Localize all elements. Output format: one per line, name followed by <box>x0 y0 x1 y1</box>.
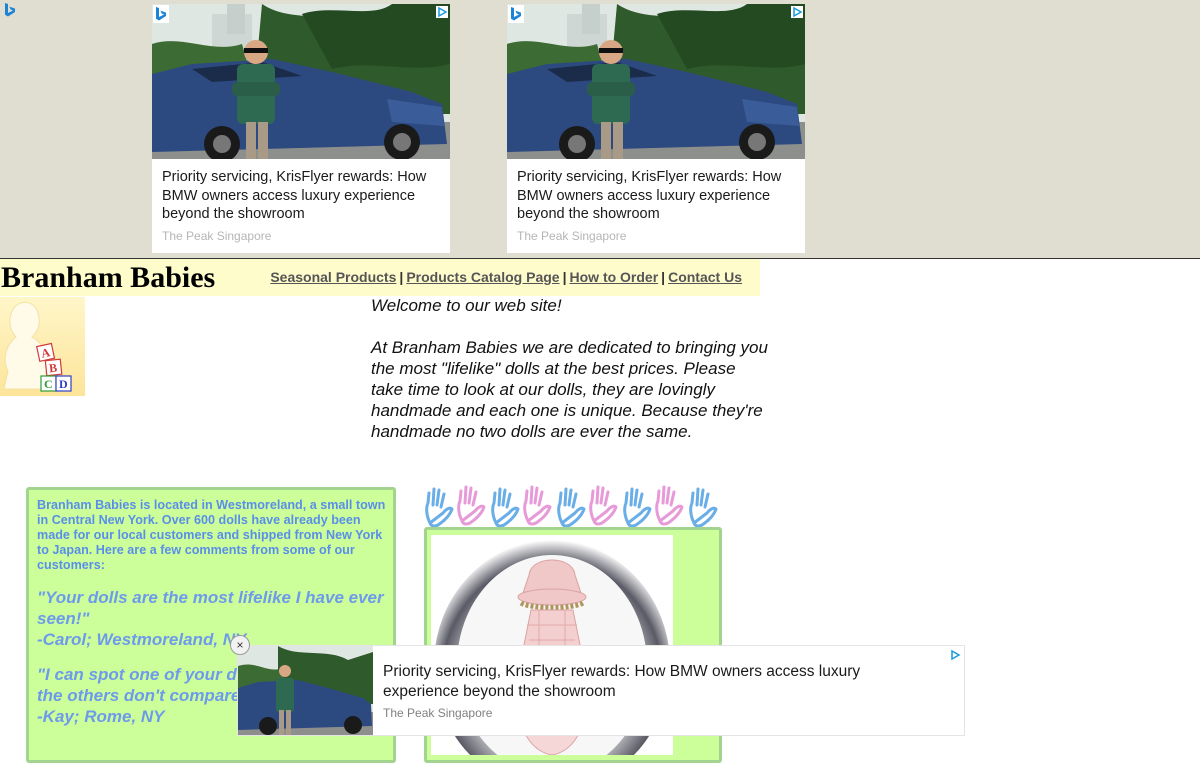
nav-link-products-catalog[interactable]: Products Catalog Page <box>406 269 559 285</box>
welcome-text: Welcome to our web site! At Branham Babi… <box>371 295 771 442</box>
logo-block-b: B <box>48 361 57 376</box>
about-intro: Branham Babies is located in Westmorelan… <box>37 498 386 572</box>
nav-link-how-to-order[interactable]: How to Order <box>570 269 659 285</box>
nav-link-seasonal-products[interactable]: Seasonal Products <box>270 269 396 285</box>
ad-source: The Peak Singapore <box>162 229 272 243</box>
quote-text: "Your dolls are the most lifelike I have… <box>37 588 384 628</box>
top-nav: Seasonal Products | Products Catalog Page |… <box>270 269 742 285</box>
ad-source: The Peak Singapore <box>517 229 627 243</box>
bing-icon[interactable] <box>2 2 18 18</box>
customer-quote: "Your dolls are the most lifelike I have… <box>37 587 385 650</box>
adchoices-icon[interactable] <box>949 649 961 661</box>
ad-headline[interactable]: Priority servicing, KrisFlyer rewards: H… <box>162 168 444 224</box>
adchoices-icon[interactable] <box>791 6 803 18</box>
bing-icon <box>508 5 524 23</box>
ad-image[interactable] <box>152 4 450 159</box>
ad-headline[interactable]: Priority servicing, KrisFlyer rewards: H… <box>517 168 799 224</box>
handprints-icon <box>425 485 718 527</box>
ad-headline[interactable]: Priority servicing, KrisFlyer rewards: H… <box>383 662 923 702</box>
ad-card[interactable]: Priority servicing, KrisFlyer rewards: H… <box>152 4 450 253</box>
site-header: Branham Babies Seasonal Products | Product… <box>0 259 760 296</box>
site-title: Branham Babies <box>1 261 216 294</box>
bing-icon <box>153 5 169 23</box>
ad-card[interactable]: Priority servicing, KrisFlyer rewards: H… <box>507 4 805 253</box>
welcome-heading: Welcome to our web site! <box>371 296 562 315</box>
ad-image[interactable] <box>507 4 805 159</box>
sticky-ad-banner[interactable]: Priority servicing, KrisFlyer rewards: H… <box>237 645 965 736</box>
nav-separator: | <box>661 269 666 285</box>
ad-source: The Peak Singapore <box>383 706 493 720</box>
logo-block-d: D <box>59 377 68 391</box>
nav-separator: | <box>399 269 404 285</box>
nav-separator: | <box>562 269 567 285</box>
logo-block-c: C <box>44 377 53 391</box>
adchoices-icon[interactable] <box>436 6 448 18</box>
close-icon[interactable]: × <box>230 635 250 655</box>
welcome-body: At Branham Babies we are dedicated to br… <box>371 338 768 441</box>
baby-blocks-logo: A B C D <box>0 297 85 396</box>
nav-link-contact-us[interactable]: Contact Us <box>668 269 742 285</box>
ad-image[interactable] <box>238 646 373 735</box>
top-ad-band: Priority servicing, KrisFlyer rewards: H… <box>0 0 1200 259</box>
